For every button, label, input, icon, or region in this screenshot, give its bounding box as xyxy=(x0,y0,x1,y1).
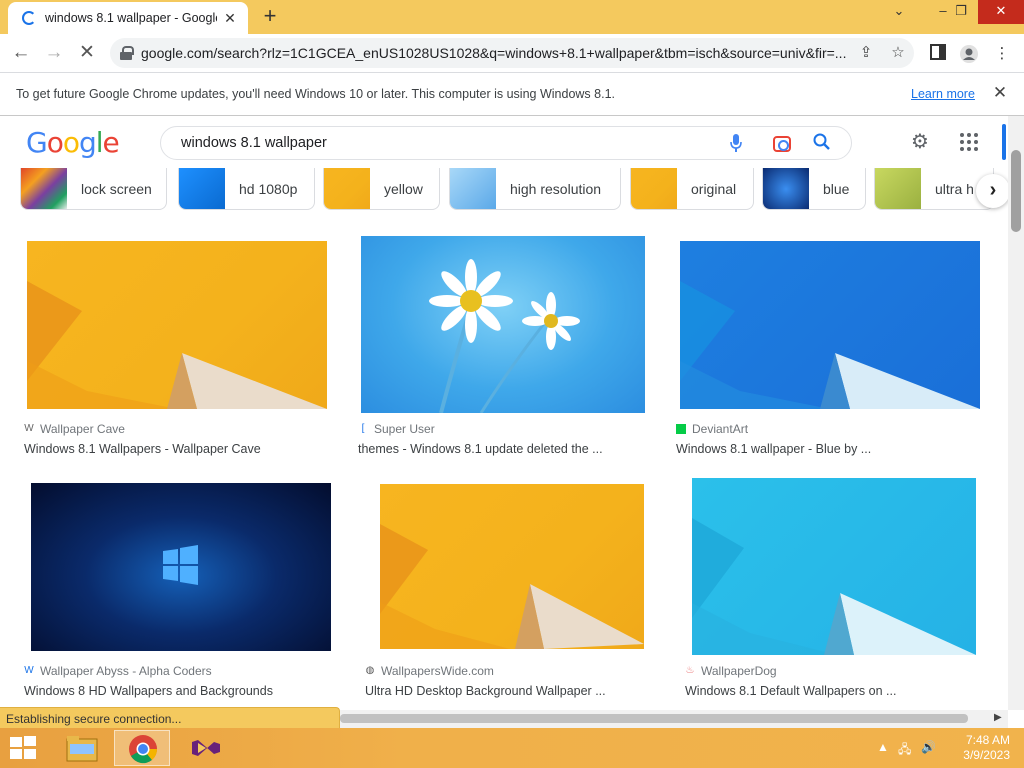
chip-thumbnail xyxy=(179,168,225,209)
result-title[interactable]: Windows 8.1 Wallpapers - Wallpaper Cave xyxy=(24,442,261,456)
super-user-favicon-icon: [ xyxy=(361,423,365,434)
wallpaperdog-favicon-icon: ♨ xyxy=(685,665,695,676)
chip-lock-screen[interactable]: lock screen xyxy=(20,168,167,210)
chip-thumbnail xyxy=(875,168,921,209)
result-title[interactable]: themes - Windows 8.1 update deleted the … xyxy=(358,442,603,456)
taskbar-clock[interactable]: 7:48 AM 3/9/2023 xyxy=(950,733,1010,763)
chip-thumbnail xyxy=(763,168,809,209)
chip-thumbnail xyxy=(324,168,370,209)
result-image[interactable] xyxy=(31,483,331,651)
network-icon[interactable]: 🖧 xyxy=(898,740,911,761)
related-search-chips: lock screen hd 1080p yellow high resolut… xyxy=(0,168,1008,212)
clock-date: 3/9/2023 xyxy=(963,748,1010,762)
share-icon[interactable]: ⇪ xyxy=(856,43,876,63)
chips-next-arrow-icon[interactable]: › xyxy=(976,174,1010,208)
globe-favicon-icon: ◍ xyxy=(365,665,375,676)
result-image[interactable] xyxy=(27,241,327,409)
address-bar[interactable]: google.com/search?rlz=1C1GCEA_enUS1028US… xyxy=(110,38,914,68)
google-lens-icon[interactable] xyxy=(771,133,793,155)
result-source[interactable]: W Wallpaper Cave xyxy=(24,422,125,436)
result-image[interactable] xyxy=(380,484,644,649)
horizontal-scrollbar-thumb[interactable] xyxy=(340,714,968,723)
chrome-taskbar-icon[interactable] xyxy=(114,730,170,766)
browser-toolbar: ← → ✕ google.com/search?rlz=1C1GCEA_enUS… xyxy=(0,34,1024,72)
result-title[interactable]: Windows 8.1 Default Wallpapers on ... xyxy=(685,684,896,698)
file-explorer-icon[interactable] xyxy=(54,730,110,766)
chip-thumbnail xyxy=(21,168,67,209)
google-apps-icon[interactable] xyxy=(957,130,981,154)
update-infobar: To get future Google Chrome updates, you… xyxy=(0,72,1024,116)
infobar-close-icon[interactable]: ✕ xyxy=(990,83,1010,103)
profile-avatar-icon[interactable] xyxy=(959,44,979,64)
sign-in-button-edge[interactable] xyxy=(1002,124,1006,160)
result-title[interactable]: Windows 8 HD Wallpapers and Backgrounds xyxy=(24,684,273,698)
result-title[interactable]: Windows 8.1 wallpaper - Blue by ... xyxy=(676,442,871,456)
lock-icon[interactable] xyxy=(120,46,134,60)
microphone-icon[interactable] xyxy=(725,133,747,155)
chip-yellow[interactable]: yellow xyxy=(323,168,440,210)
browser-tab[interactable]: windows 8.1 wallpaper - Google ✕ xyxy=(8,2,248,34)
tab-close-icon[interactable]: ✕ xyxy=(220,8,240,28)
search-query[interactable]: windows 8.1 wallpaper xyxy=(181,135,327,151)
infobar-message: To get future Google Chrome updates, you… xyxy=(16,87,615,101)
scroll-right-arrow-icon[interactable]: ▶ xyxy=(994,712,1002,723)
chip-hd-1080p[interactable]: hd 1080p xyxy=(178,168,315,210)
chip-original[interactable]: original xyxy=(630,168,754,210)
result-source[interactable]: [Super User xyxy=(358,422,435,436)
window-close-button[interactable]: ✕ xyxy=(978,0,1024,24)
windows-start-icon[interactable] xyxy=(10,736,38,760)
stop-loading-icon[interactable]: ✕ xyxy=(74,40,100,66)
google-header: Google windows 8.1 wallpaper ⚙ xyxy=(0,116,1008,168)
deviantart-favicon-icon xyxy=(676,424,686,434)
result-source[interactable]: DeviantArt xyxy=(676,422,748,436)
settings-gear-icon[interactable]: ⚙ xyxy=(908,130,932,154)
forward-arrow-icon[interactable]: → xyxy=(41,40,67,66)
chip-thumbnail xyxy=(450,168,496,209)
horizontal-scrollbar[interactable]: ▶ xyxy=(340,710,1008,728)
vertical-scrollbar[interactable] xyxy=(1008,116,1024,710)
new-tab-button[interactable]: + xyxy=(258,5,282,29)
result-image[interactable] xyxy=(361,236,645,413)
show-hidden-icons-icon[interactable]: ▲ xyxy=(877,740,889,754)
wallpaper-cave-favicon-icon: W xyxy=(24,423,34,434)
google-logo[interactable]: Google xyxy=(26,126,120,159)
tab-title: windows 8.1 wallpaper - Google xyxy=(45,11,217,25)
result-title[interactable]: Ultra HD Desktop Background Wallpaper ..… xyxy=(365,684,606,698)
chip-blue[interactable]: blue xyxy=(762,168,866,210)
url-text[interactable]: google.com/search?rlz=1C1GCEA_enUS1028US… xyxy=(141,45,851,61)
learn-more-link[interactable]: Learn more xyxy=(911,87,975,101)
search-input[interactable]: windows 8.1 wallpaper xyxy=(160,126,852,160)
result-image[interactable] xyxy=(680,241,980,409)
result-source[interactable]: ◍ WallpapersWide.com xyxy=(365,664,494,678)
result-source[interactable]: W Wallpaper Abyss - Alpha Coders xyxy=(24,664,211,678)
search-icon[interactable] xyxy=(811,133,833,155)
loading-spinner-icon xyxy=(22,11,36,25)
status-bubble: Establishing secure connection... xyxy=(0,707,340,728)
result-image[interactable] xyxy=(692,478,976,655)
visual-studio-icon[interactable] xyxy=(176,730,232,766)
chip-thumbnail xyxy=(631,168,677,209)
back-arrow-icon[interactable]: ← xyxy=(8,40,34,66)
tab-search-icon[interactable]: ⌄ xyxy=(882,0,916,24)
clock-time: 7:48 AM xyxy=(965,733,1010,747)
wallpaper-abyss-favicon-icon: W xyxy=(24,665,34,676)
restore-button[interactable]: ❐ xyxy=(944,0,978,24)
vertical-scrollbar-thumb[interactable] xyxy=(1011,150,1021,232)
side-panel-icon[interactable] xyxy=(928,44,948,64)
volume-icon[interactable]: 🔊 xyxy=(921,740,936,754)
browser-title-bar: windows 8.1 wallpaper - Google ✕ + ⌄ – ❐… xyxy=(0,0,1024,34)
windows-taskbar: ▲ 🖧 🔊 7:48 AM 3/9/2023 xyxy=(0,728,1024,768)
chrome-menu-icon[interactable]: ⋮ xyxy=(992,44,1012,64)
result-source[interactable]: ♨ WallpaperDog xyxy=(685,664,777,678)
bookmark-star-icon[interactable]: ☆ xyxy=(888,43,908,63)
chip-high-resolution[interactable]: high resolution xyxy=(449,168,621,210)
